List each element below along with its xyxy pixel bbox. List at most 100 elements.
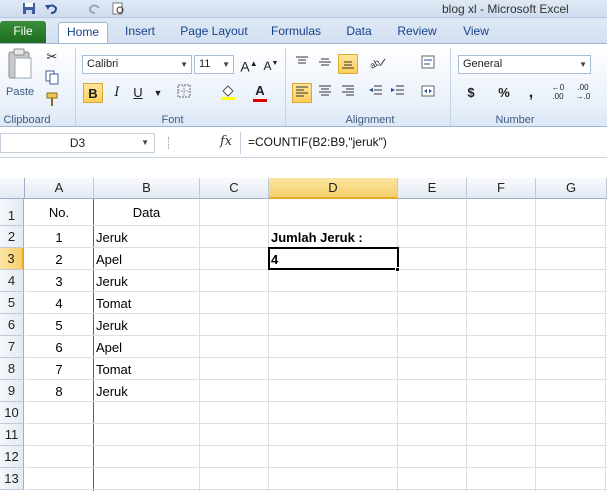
column-header-d[interactable]: D	[269, 178, 398, 199]
svg-text:ab: ab	[368, 57, 382, 70]
cell-b5[interactable]: Tomat	[96, 296, 131, 311]
cell-b3[interactable]: Apel	[96, 252, 122, 267]
column-header-f[interactable]: F	[467, 178, 536, 199]
cell-a9[interactable]: 8	[25, 384, 93, 399]
currency-icon[interactable]: $	[461, 83, 481, 103]
row-header-7[interactable]: 7	[0, 336, 24, 358]
decrease-decimal-icon[interactable]: .00 →.0	[573, 83, 593, 103]
column-header-a[interactable]: A	[25, 178, 94, 199]
cell-a8[interactable]: 7	[25, 362, 93, 377]
cell-a7[interactable]: 6	[25, 340, 93, 355]
fill-handle[interactable]	[395, 267, 400, 272]
cell-b6[interactable]: Jeruk	[96, 318, 128, 333]
comma-style-icon[interactable]: ,	[521, 83, 541, 103]
merge-center-icon[interactable]	[418, 83, 438, 103]
tab-file[interactable]: File	[0, 21, 46, 43]
tab-review[interactable]: Review	[392, 22, 442, 43]
gridline	[25, 335, 607, 336]
cell-a2[interactable]: 1	[25, 230, 93, 245]
chevron-down-icon[interactable]: ▼	[148, 83, 168, 103]
column-header-b[interactable]: B	[94, 178, 200, 199]
row-header-3[interactable]: 3	[0, 248, 24, 270]
ribbon: Paste ✂ Clipboard Calibri ▼ 11 ▼ A▲ A▼ B…	[0, 43, 607, 127]
font-name-select[interactable]: Calibri ▼	[82, 55, 192, 74]
align-top-icon[interactable]	[292, 54, 312, 74]
increase-decimal-icon[interactable]: ←0.00	[548, 83, 568, 103]
cell-b8[interactable]: Tomat	[96, 362, 131, 377]
save-icon[interactable]	[22, 2, 36, 15]
align-center-icon[interactable]	[315, 83, 335, 103]
decrease-indent-icon[interactable]	[366, 83, 386, 103]
row-header-11[interactable]: 11	[0, 424, 24, 446]
cell-a6[interactable]: 5	[25, 318, 93, 333]
increase-indent-icon[interactable]	[388, 83, 408, 103]
tab-view[interactable]: View	[458, 22, 494, 43]
font-color-icon[interactable]: A	[250, 83, 270, 103]
cell-b2[interactable]: Jeruk	[96, 230, 128, 245]
gridline	[535, 199, 536, 491]
percent-icon[interactable]: %	[494, 83, 514, 103]
row-header-10[interactable]: 10	[0, 402, 24, 424]
border-icon[interactable]	[174, 83, 194, 103]
chevron-down-icon[interactable]: ▼	[141, 134, 149, 152]
formula-input[interactable]: =COUNTIF(B2:B9,"jeruk")	[248, 135, 387, 149]
cell-b4[interactable]: Jeruk	[96, 274, 128, 289]
worksheet-grid[interactable]: A B C D E F G 1 2 3 4 5 6 7 8 9 10 11 12…	[0, 168, 607, 491]
cell-b7[interactable]: Apel	[96, 340, 122, 355]
italic-button[interactable]: I	[107, 83, 127, 103]
fill-color-icon[interactable]	[218, 83, 238, 103]
cell-b1[interactable]: Data	[94, 205, 199, 220]
cell-a3[interactable]: 2	[25, 252, 93, 267]
undo-icon[interactable]	[44, 2, 58, 15]
row-header-1[interactable]: 1	[0, 199, 24, 226]
select-all-corner[interactable]	[0, 178, 25, 199]
align-middle-icon[interactable]	[315, 54, 335, 74]
number-format-select[interactable]: General ▼	[458, 55, 591, 74]
shrink-font-icon[interactable]: A▼	[261, 54, 281, 74]
cell-a5[interactable]: 4	[25, 296, 93, 311]
name-box[interactable]: D3 ▼	[0, 133, 155, 153]
row-header-6[interactable]: 6	[0, 314, 24, 336]
cell-b9[interactable]: Jeruk	[96, 384, 128, 399]
format-painter-icon[interactable]	[42, 91, 62, 111]
orientation-icon[interactable]: ab	[367, 54, 387, 74]
gridline	[25, 489, 607, 490]
tab-page-layout[interactable]: Page Layout	[176, 22, 252, 43]
row-header-8[interactable]: 8	[0, 358, 24, 380]
column-header-g[interactable]: G	[536, 178, 607, 199]
row-header-12[interactable]: 12	[0, 446, 24, 468]
wrap-text-icon[interactable]	[418, 54, 438, 74]
insert-function-icon[interactable]: fx	[220, 134, 232, 149]
underline-button[interactable]: U	[128, 83, 148, 103]
align-right-icon[interactable]	[338, 83, 358, 103]
row-header-13[interactable]: 13	[0, 468, 24, 490]
row-header-2[interactable]: 2	[0, 226, 24, 248]
row-header-5[interactable]: 5	[0, 292, 24, 314]
column-header-c[interactable]: C	[200, 178, 269, 199]
print-preview-icon[interactable]	[111, 2, 125, 15]
tab-insert[interactable]: Insert	[119, 22, 161, 43]
paste-icon	[8, 48, 32, 79]
cell-a4[interactable]: 3	[25, 274, 93, 289]
paste-button[interactable]: Paste	[4, 48, 36, 110]
cut-icon[interactable]: ✂	[42, 47, 62, 67]
cell-a1[interactable]: No.	[25, 205, 93, 220]
active-cell-selection[interactable]	[268, 247, 399, 270]
redo-icon[interactable]	[88, 2, 102, 15]
row-header-9[interactable]: 9	[0, 380, 24, 402]
tab-home[interactable]: Home	[58, 22, 108, 43]
align-left-icon[interactable]	[292, 83, 312, 103]
tab-formulas[interactable]: Formulas	[265, 22, 327, 43]
cell-d3[interactable]: 4	[271, 252, 278, 267]
copy-icon[interactable]	[42, 69, 62, 89]
font-size-value: 11	[199, 58, 211, 70]
align-bottom-icon[interactable]	[338, 54, 358, 74]
chevron-down-icon: ▼	[222, 60, 230, 69]
tab-data[interactable]: Data	[341, 22, 377, 43]
row-header-4[interactable]: 4	[0, 270, 24, 292]
bold-button[interactable]: B	[83, 83, 103, 103]
grow-font-icon[interactable]: A▲	[239, 54, 259, 75]
column-header-e[interactable]: E	[398, 178, 467, 199]
cell-d2[interactable]: Jumlah Jeruk :	[271, 230, 363, 245]
font-size-select[interactable]: 11 ▼	[194, 55, 234, 74]
